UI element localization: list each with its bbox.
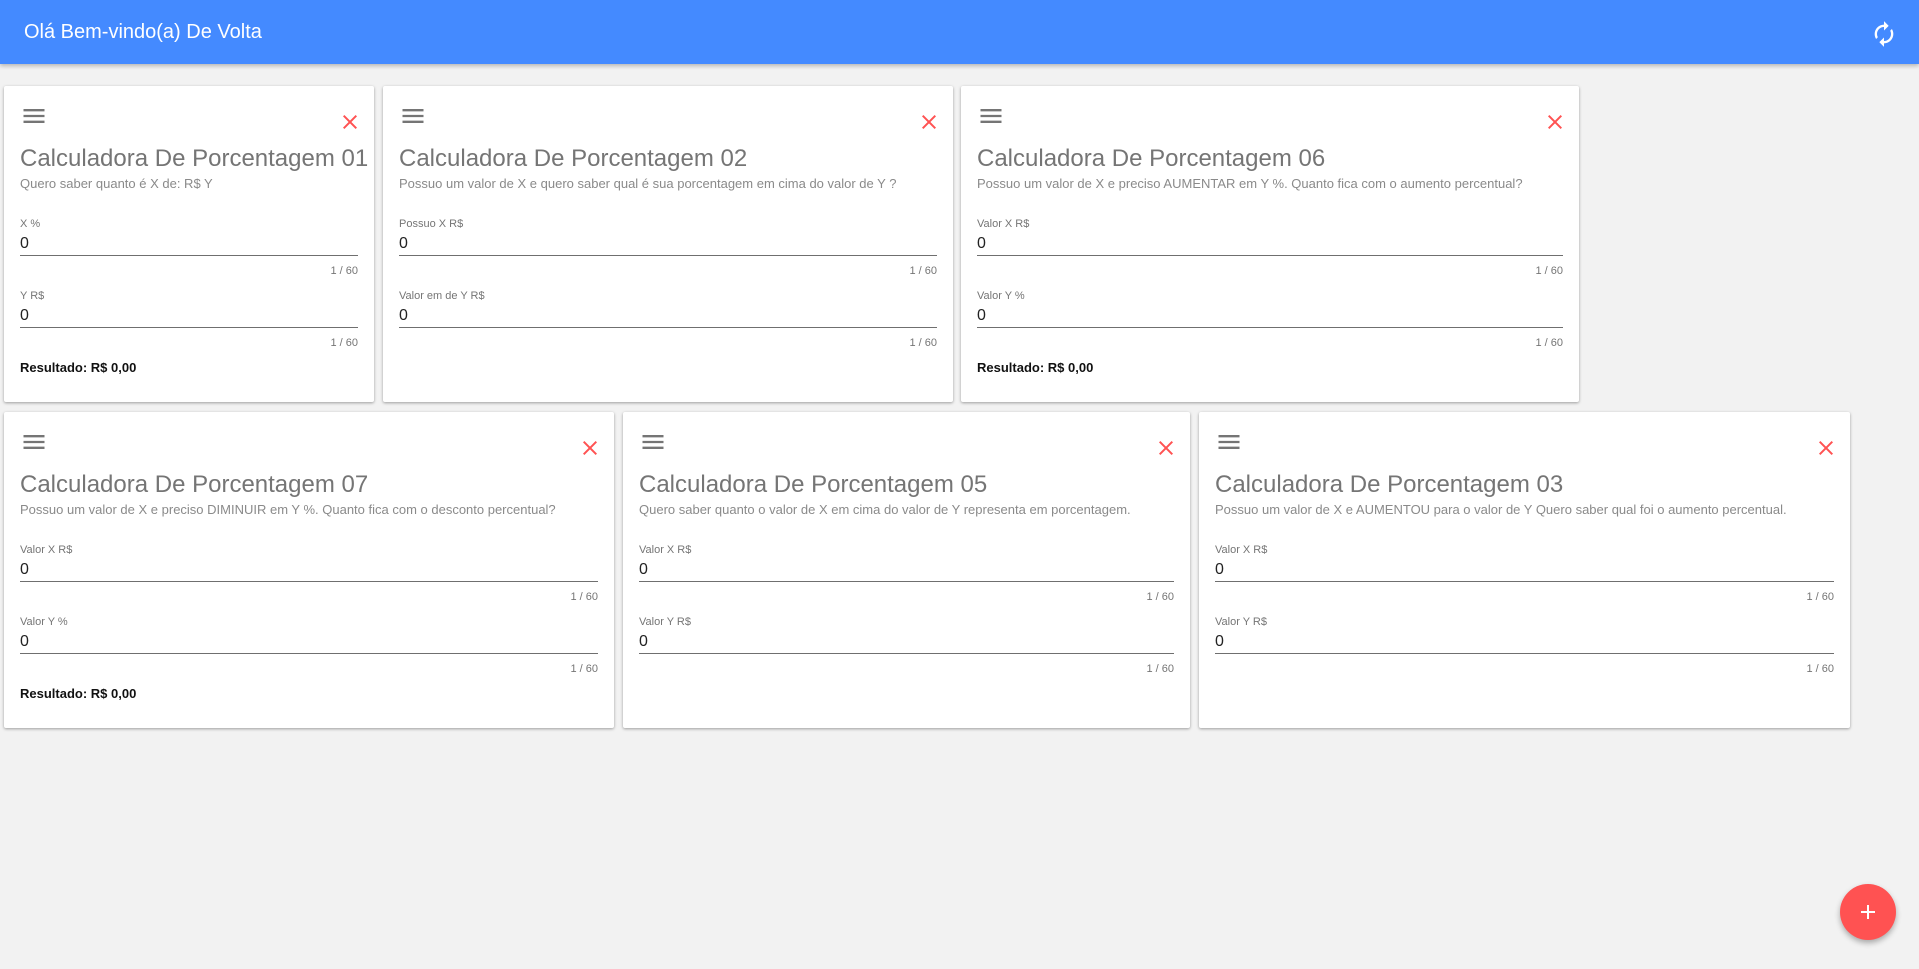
- valor-y-input[interactable]: [639, 630, 1174, 654]
- valor-y-percent-field: Valor Y % 1 / 60: [977, 289, 1563, 349]
- calculator-card-02: Calculadora De Porcentagem 02 Possuo um …: [383, 86, 953, 402]
- result-text: Resultado: R$ 0,00: [20, 686, 137, 701]
- possuo-x-field: Possuo X R$ 1 / 60: [399, 217, 937, 277]
- result-text: Resultado: R$ 0,00: [20, 360, 137, 375]
- app-toolbar: Olá Bem-vindo(a) De Volta: [0, 0, 1919, 64]
- valor-y-field: Valor em de Y R$ 1 / 60: [399, 289, 937, 349]
- result-text: Resultado: R$ 0,00: [977, 360, 1094, 375]
- field-label: Valor em de Y R$: [399, 290, 485, 302]
- valor-x-input[interactable]: [977, 232, 1563, 256]
- valor-y-input[interactable]: [1215, 630, 1834, 654]
- character-counter: 1 / 60: [1535, 337, 1563, 349]
- field-label: Possuo X R$: [399, 218, 464, 230]
- refresh-icon: [1874, 21, 1894, 47]
- character-counter: 1 / 60: [1146, 663, 1174, 675]
- close-card-button[interactable]: [1154, 436, 1178, 460]
- close-card-button[interactable]: [338, 110, 362, 134]
- close-icon: [1159, 441, 1173, 455]
- character-counter: 1 / 60: [570, 663, 598, 675]
- close-icon: [583, 441, 597, 455]
- calculator-card-03: Calculadora De Porcentagem 03 Possuo um …: [1199, 412, 1850, 728]
- field-label: Valor Y R$: [1215, 616, 1267, 628]
- card-title: Calculadora De Porcentagem 07: [20, 471, 369, 498]
- refresh-button[interactable]: [1870, 20, 1898, 48]
- field-label: Valor Y %: [20, 616, 68, 628]
- x-percent-input[interactable]: [20, 232, 358, 256]
- character-counter: 1 / 60: [909, 265, 937, 277]
- field-label: Y R$: [20, 290, 45, 302]
- close-card-button[interactable]: [578, 436, 602, 460]
- drag-handle-button[interactable]: [1215, 428, 1243, 456]
- valor-y-percent-input[interactable]: [20, 630, 598, 654]
- drag-handle-button[interactable]: [977, 102, 1005, 130]
- card-title: Calculadora De Porcentagem 03: [1215, 471, 1564, 498]
- card-title: Calculadora De Porcentagem 06: [977, 145, 1326, 172]
- menu-icon: [642, 435, 664, 449]
- y-reais-input[interactable]: [20, 304, 358, 328]
- character-counter: 1 / 60: [909, 337, 937, 349]
- valor-y-field: Valor Y R$ 1 / 60: [639, 615, 1174, 675]
- menu-icon: [402, 109, 424, 123]
- drag-handle-button[interactable]: [639, 428, 667, 456]
- close-card-button[interactable]: [1543, 110, 1567, 134]
- valor-y-percent-input[interactable]: [977, 304, 1563, 328]
- x-percent-field: X % 1 / 60: [20, 217, 358, 277]
- valor-x-field: Valor X R$ 1 / 60: [20, 543, 598, 603]
- character-counter: 1 / 60: [1535, 265, 1563, 277]
- drag-handle-button[interactable]: [20, 428, 48, 456]
- page-title: Olá Bem-vindo(a) De Volta: [24, 21, 262, 43]
- valor-y-input[interactable]: [399, 304, 937, 328]
- field-label: Valor Y R$: [639, 616, 691, 628]
- calculator-card-01: Calculadora De Porcentagem 01 Quero sabe…: [4, 86, 374, 402]
- menu-icon: [23, 109, 45, 123]
- character-counter: 1 / 60: [1806, 591, 1834, 603]
- character-counter: 1 / 60: [330, 265, 358, 277]
- close-icon: [1819, 441, 1833, 455]
- card-subtitle: Quero saber quanto o valor de X em cima …: [639, 502, 1131, 517]
- valor-x-input[interactable]: [20, 558, 598, 582]
- character-counter: 1 / 60: [570, 591, 598, 603]
- calculator-card-05: Calculadora De Porcentagem 05 Quero sabe…: [623, 412, 1190, 728]
- calculator-card-06: Calculadora De Porcentagem 06 Possuo um …: [961, 86, 1579, 402]
- field-label: Valor X R$: [977, 218, 1030, 230]
- valor-x-input[interactable]: [1215, 558, 1834, 582]
- card-title: Calculadora De Porcentagem 01: [20, 145, 369, 172]
- card-subtitle: Possuo um valor de X e quero saber qual …: [399, 176, 897, 191]
- add-calculator-button[interactable]: [1840, 884, 1896, 940]
- possuo-x-input[interactable]: [399, 232, 937, 256]
- close-icon: [922, 115, 936, 129]
- menu-icon: [980, 109, 1002, 123]
- valor-y-field: Valor Y R$ 1 / 60: [1215, 615, 1834, 675]
- drag-handle-button[interactable]: [399, 102, 427, 130]
- field-label: Valor Y %: [977, 290, 1025, 302]
- menu-icon: [23, 435, 45, 449]
- close-card-button[interactable]: [1814, 436, 1838, 460]
- character-counter: 1 / 60: [330, 337, 358, 349]
- field-label: Valor X R$: [20, 544, 73, 556]
- card-subtitle: Possuo um valor de X e AUMENTOU para o v…: [1215, 502, 1787, 517]
- menu-icon: [1218, 435, 1240, 449]
- character-counter: 1 / 60: [1806, 663, 1834, 675]
- valor-x-field: Valor X R$ 1 / 60: [977, 217, 1563, 277]
- valor-x-input[interactable]: [639, 558, 1174, 582]
- close-icon: [1548, 115, 1562, 129]
- drag-handle-button[interactable]: [20, 102, 48, 130]
- field-label: X %: [20, 218, 41, 230]
- field-label: Valor X R$: [639, 544, 692, 556]
- valor-x-field: Valor X R$ 1 / 60: [639, 543, 1174, 603]
- character-counter: 1 / 60: [1146, 591, 1174, 603]
- field-label: Valor X R$: [1215, 544, 1268, 556]
- close-card-button[interactable]: [917, 110, 941, 134]
- card-subtitle: Possuo um valor de X e preciso AUMENTAR …: [977, 176, 1523, 191]
- y-reais-field: Y R$ 1 / 60: [20, 289, 358, 349]
- valor-y-percent-field: Valor Y % 1 / 60: [20, 615, 598, 675]
- valor-x-field: Valor X R$ 1 / 60: [1215, 543, 1834, 603]
- card-title: Calculadora De Porcentagem 02: [399, 145, 748, 172]
- card-subtitle: Quero saber quanto é X de: R$ Y: [20, 176, 213, 191]
- card-subtitle: Possuo um valor de X e preciso DIMINUIR …: [20, 502, 556, 517]
- calculator-card-07: Calculadora De Porcentagem 07 Possuo um …: [4, 412, 614, 728]
- add-icon: [1861, 905, 1875, 919]
- card-title: Calculadora De Porcentagem 05: [639, 471, 988, 498]
- close-icon: [343, 115, 357, 129]
